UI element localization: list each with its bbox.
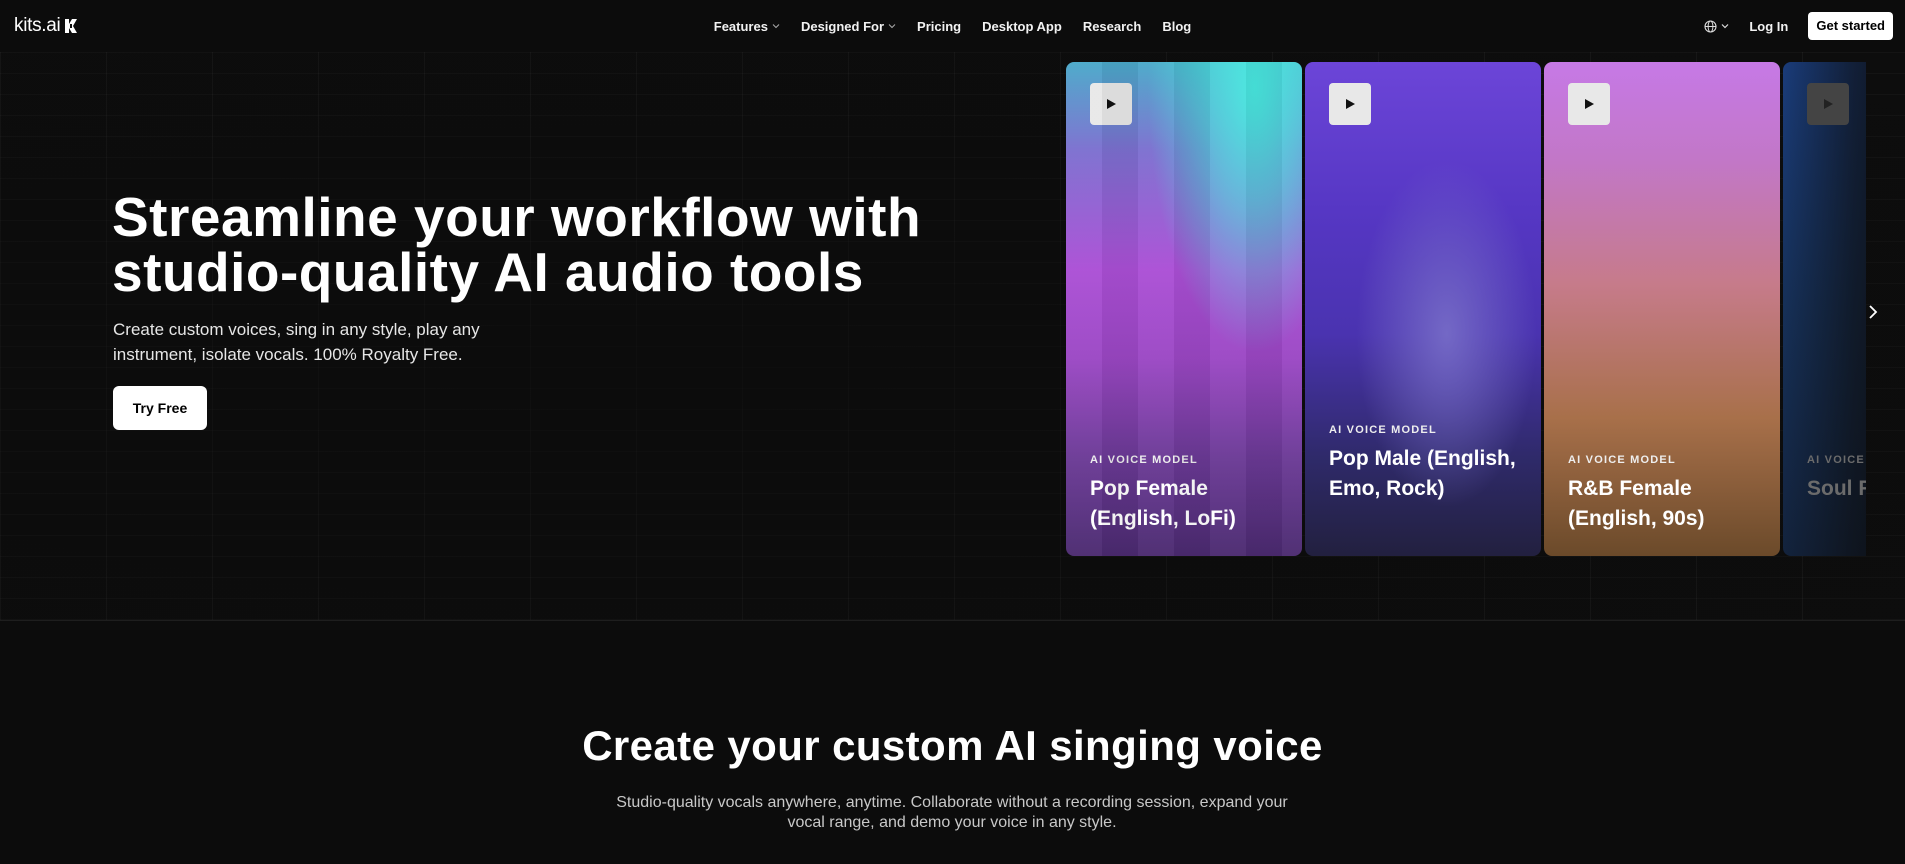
nav-pricing-label: Pricing	[917, 18, 962, 34]
nav-designed-for-label: Designed For	[800, 18, 885, 34]
hero-title: Streamline your workflow with studio-qua…	[112, 186, 922, 303]
nav-desktop-app[interactable]: Desktop App	[982, 19, 1062, 34]
hero-subtitle: Create custom voices, sing in any style,…	[113, 320, 480, 364]
card-title: Pop Female (English, LoFi)	[1090, 477, 1236, 530]
play-button[interactable]	[1568, 83, 1610, 125]
section-subtitle: Studio-quality vocals anywhere, anytime.…	[616, 794, 1288, 831]
header-actions: Log In Get started	[1704, 12, 1893, 40]
try-free-button[interactable]: Try Free	[113, 386, 207, 430]
nav-features[interactable]: Features	[714, 19, 780, 34]
play-button[interactable]	[1807, 83, 1849, 125]
chevron-down-icon	[1721, 24, 1729, 29]
card-title: Soul F... (Engli...	[1807, 477, 1866, 500]
play-button[interactable]	[1329, 83, 1371, 125]
main-nav: Features Designed For Pricing Desktop Ap…	[0, 0, 1905, 52]
nav-features-label: Features	[713, 18, 768, 34]
nav-blog[interactable]: Blog	[1162, 19, 1191, 34]
voice-card[interactable]: AI VOICE MODEL Pop Female (English, LoFi…	[1066, 62, 1302, 556]
card-category-label: AI VOICE MODEL	[1807, 454, 1866, 466]
voice-card[interactable]: AI VOICE MODEL Soul F... (Engli...	[1783, 62, 1866, 556]
voice-card[interactable]: AI VOICE MODEL R&B Female (English, 90s)	[1544, 62, 1780, 556]
section-title: Create your custom AI singing voice	[582, 722, 1323, 769]
chevron-right-icon	[1869, 305, 1878, 319]
logo-text: kits.ai	[14, 15, 61, 36]
play-button[interactable]	[1090, 83, 1132, 125]
chevron-down-icon	[888, 24, 896, 29]
nav-desktop-app-label: Desktop App	[982, 18, 1062, 34]
nav-blog-label: Blog	[1162, 18, 1192, 34]
nav-designed-for[interactable]: Designed For	[801, 19, 896, 34]
logo-mark-icon	[65, 19, 78, 33]
card-category-label: AI VOICE MODEL	[1090, 454, 1198, 466]
play-icon	[1346, 99, 1355, 109]
language-selector[interactable]	[1704, 19, 1729, 33]
play-icon	[1585, 99, 1594, 109]
nav-pricing[interactable]: Pricing	[917, 19, 961, 34]
get-started-button[interactable]: Get started	[1808, 12, 1893, 40]
play-icon	[1824, 99, 1833, 109]
section-divider	[0, 620, 1905, 621]
chevron-down-icon	[772, 24, 780, 29]
nav-research-label: Research	[1082, 18, 1142, 34]
card-category-label: AI VOICE MODEL	[1568, 454, 1676, 466]
card-title: R&B Female (English, 90s)	[1568, 477, 1705, 530]
site-header: kits.ai Features Designed For Pricing De…	[0, 0, 1905, 52]
play-icon	[1107, 99, 1116, 109]
nav-research[interactable]: Research	[1083, 19, 1142, 34]
login-link[interactable]: Log In	[1749, 19, 1788, 34]
voice-card[interactable]: AI VOICE MODEL Pop Male (English, Emo, R…	[1305, 62, 1541, 556]
card-category-label: AI VOICE MODEL	[1329, 424, 1437, 436]
logo[interactable]: kits.ai	[14, 15, 78, 37]
globe-icon	[1704, 19, 1717, 33]
carousel-next-button[interactable]	[1856, 295, 1890, 329]
card-title: Pop Male (English, Emo, Rock)	[1329, 447, 1516, 500]
voice-model-carousel: AI VOICE MODEL Pop Female (English, LoFi…	[1066, 62, 1866, 556]
